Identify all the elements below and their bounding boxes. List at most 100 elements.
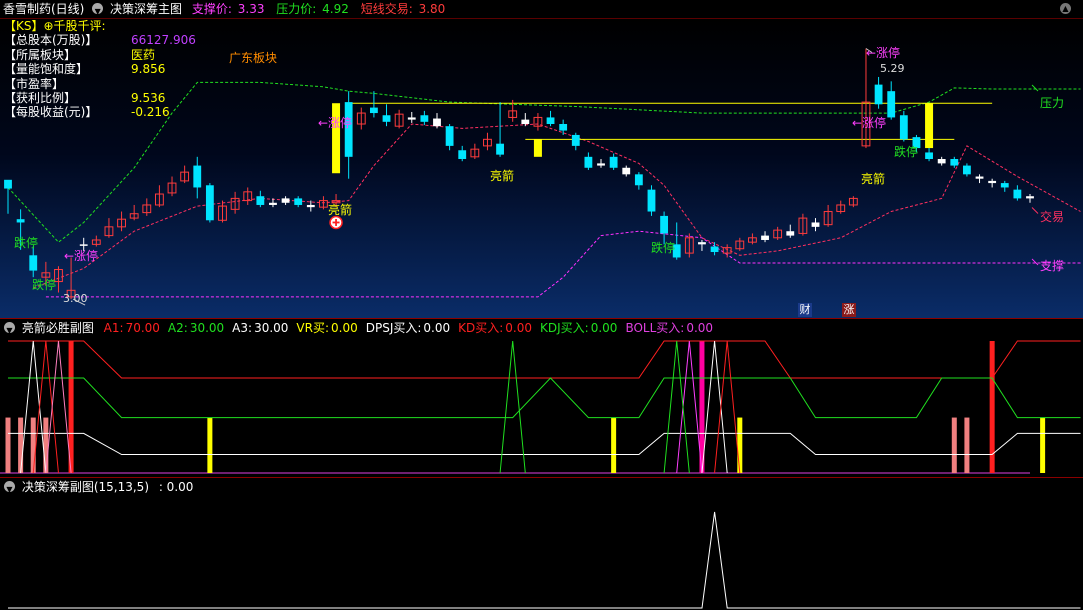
sub1-item-label: KDJ买入: [540, 321, 589, 335]
sub1-item-value: 0.00 [590, 321, 618, 335]
support-line [45, 230, 1081, 298]
sub1-chart-panel[interactable] [0, 337, 1083, 477]
bright-arrow-bar [925, 103, 934, 149]
sub1-header: ▼ 亮箭必胜副图 A1: 70.00 A2: 30.00 A3: 30.00 VR买: 0.0… [0, 318, 1083, 337]
bright-arrow-label: 亮箭 [490, 169, 515, 183]
signal-bar [18, 417, 24, 473]
info-row-eps: 【每股收益(元)】 -0.216 [4, 105, 170, 120]
candle-body [887, 91, 896, 118]
signal-bar [207, 417, 213, 473]
info-header[interactable]: 【KS】 [4, 19, 44, 33]
limit-up-label: ←涨停 [852, 116, 887, 130]
candle-body [458, 150, 467, 160]
candle-body [546, 117, 555, 124]
info-row-pe: 【市盈率】 [4, 77, 106, 91]
signal-bar [1040, 417, 1046, 473]
indicator-menu-icon[interactable]: ▼ [92, 3, 104, 16]
sub1-menu-icon[interactable]: ▼ [4, 322, 15, 335]
sub1-item-label: A1: [103, 321, 124, 335]
limit-down-label: 跌停 [894, 145, 919, 159]
limit-up-label: ←涨停 [64, 249, 99, 263]
signal-bar [611, 417, 617, 473]
support-label: 支撑价: [191, 2, 232, 16]
candle-body [16, 219, 25, 223]
candle-body [269, 202, 277, 205]
limit-up-badge[interactable]: 涨 [842, 303, 856, 317]
info-row-sector: 【所属板块】 医药 [4, 48, 155, 62]
candle-body [521, 119, 530, 124]
signal-bar [30, 417, 36, 473]
signal-bar [964, 417, 970, 473]
sub1-name[interactable]: 亮箭必胜副图 [22, 319, 94, 337]
info-value: 医药 [131, 47, 156, 62]
candle-body [899, 115, 908, 140]
info-label: 【每股收益(元)】 [4, 105, 98, 120]
sub1-item-value: 70.00 [125, 321, 160, 335]
limit-down-label: 跌停 [651, 241, 676, 255]
bright-arrow-bar [533, 139, 542, 157]
bright-arrow-label: 亮箭 [861, 172, 886, 186]
sub2-name[interactable]: 决策深筹副图(15,13,5) [22, 478, 149, 496]
sub1-chart[interactable] [0, 337, 1083, 477]
sub2-series-line [8, 511, 1081, 609]
sub1-item-value: 30.00 [189, 321, 225, 335]
signal-spike [676, 340, 703, 474]
support-line-label: 支撑 [1040, 259, 1065, 273]
sub1-values: A1: 70.00 A2: 30.00 A3: 30.00 VR买: 0.00 DPSJ买入: 0… [104, 319, 721, 337]
candle-body [281, 198, 290, 203]
main-chart-panel[interactable]: 【KS】⊕千股千评: 【总股本(万股)】 66127.906 【所属板块】 医药… [0, 19, 1083, 318]
candle-body [433, 118, 441, 127]
sub2-chart-panel[interactable] [0, 496, 1083, 610]
candle-body [975, 176, 984, 179]
sector-label: 广东板块 [229, 51, 278, 65]
info-label: 【市盈率】 [4, 76, 65, 91]
sub1-item-label: VR买: [296, 321, 330, 335]
candle-body [584, 156, 593, 168]
candle-body [874, 84, 883, 105]
support-arrow-icon [1031, 258, 1039, 266]
candle-body [420, 115, 429, 122]
pressure-value: 4.92 [322, 2, 349, 16]
bright-arrow-label: 亮箭 [328, 203, 353, 217]
indicator-name[interactable]: 决策深筹主图 [110, 0, 182, 18]
stock-title[interactable]: 香雪制药(日线) [3, 0, 84, 18]
candle-body [988, 180, 997, 184]
candle-body [609, 156, 618, 168]
finance-badge[interactable]: 财 [798, 303, 812, 317]
pressure-arrow-icon [1031, 84, 1039, 92]
collapse-icon[interactable]: ▲ [1060, 3, 1071, 14]
info-label: 【总股本(万股)】 [4, 33, 98, 48]
candle-body [647, 189, 656, 212]
candle-body [306, 204, 315, 208]
info-label: 【获利比例】 [4, 90, 77, 105]
signal-bar [43, 417, 49, 473]
sub1-item-value: 0.00 [423, 321, 451, 335]
candle-body [571, 134, 580, 146]
info-label: 【量能饱和度】 [4, 62, 89, 77]
candle-body [294, 198, 303, 205]
limit-down-label: 跌停 [32, 278, 57, 292]
info-row-volume-saturation: 【量能饱和度】 9.856 [4, 62, 165, 77]
title-bar: 香雪制药(日线) ▼ 决策深筹主图 支撑价: 3.33 压力价: 4.92 短线… [0, 0, 1083, 19]
info-header-note[interactable]: ⊕千股千评: [44, 19, 106, 33]
sub1-item-label: KD买入: [458, 321, 504, 335]
candle-body [407, 117, 416, 120]
signal-spike [701, 340, 728, 474]
info-row-profit-ratio: 【获利比例】 9.536 [4, 90, 165, 105]
sub2-chart[interactable] [0, 496, 1083, 610]
candle-body [1026, 196, 1034, 199]
sub1-item-label: BOLL买入: [625, 321, 685, 335]
candle-body [597, 163, 605, 166]
sub2-menu-icon[interactable]: ▼ [4, 481, 15, 494]
candle-body [205, 185, 214, 221]
sub2-header: ▼ 决策深筹副图(15,13,5) : 0.00 [0, 477, 1083, 496]
info-value: 66127.906 [131, 33, 196, 48]
pressure-label: 压力价: [276, 2, 317, 16]
signal-spike [663, 340, 690, 474]
candle-body [925, 152, 933, 160]
short-trade-value: 3.80 [418, 2, 446, 16]
candle-body [369, 107, 378, 114]
high-price-label: 5.29 [880, 62, 905, 75]
signal-spike [499, 340, 526, 474]
trade-arrow-icon [1031, 207, 1039, 214]
